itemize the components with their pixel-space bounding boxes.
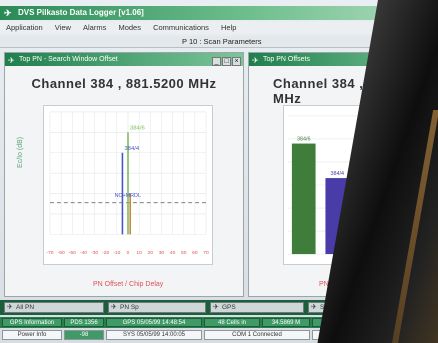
minimize-button[interactable]: _ bbox=[212, 57, 221, 66]
sub-bar: P 10 : Scan Parameters bbox=[0, 36, 420, 48]
x-tick-label: -10 bbox=[113, 250, 120, 256]
x-tick-label: 50 bbox=[181, 250, 187, 256]
status-cell: -98 bbox=[64, 330, 104, 340]
peak-label: 384/4 bbox=[124, 146, 139, 152]
task-all-pn[interactable]: ✈ All PN bbox=[4, 302, 104, 313]
app-logo-icon: ✈ bbox=[4, 8, 12, 18]
window-logo-icon: ✈ bbox=[111, 304, 117, 311]
window-logo-icon: ✈ bbox=[311, 304, 317, 311]
search-window-panel: ✈ Top PN - Search Window Offset _ □ × Chan… bbox=[4, 52, 244, 297]
task-label: PN Sp bbox=[120, 304, 139, 311]
close-button[interactable]: × bbox=[232, 57, 241, 66]
status-cell: COM 1 Connected bbox=[204, 330, 310, 340]
menu-bar: Application View Alarms Modes Communicat… bbox=[0, 22, 420, 34]
task-pn-sp[interactable]: ✈ PN Sp bbox=[108, 302, 206, 313]
menu-communications[interactable]: Communications bbox=[153, 22, 209, 34]
task-gps[interactable]: ✈ GPS bbox=[210, 302, 304, 313]
maximize-button[interactable]: □ bbox=[222, 57, 231, 66]
panel-title: Top PN - Search Window Offset bbox=[19, 56, 118, 63]
x-tick-label: 60 bbox=[192, 250, 198, 256]
status-cell: 34.5869 M bbox=[262, 318, 310, 327]
panel-title-bar[interactable]: ✈ Top PN - Search Window Offset _ □ × bbox=[5, 53, 243, 66]
x-tick-label: 10 bbox=[136, 250, 142, 256]
channel-heading: Channel 384 , 881.5200 MHz bbox=[31, 76, 217, 91]
y-axis-label: Ec/Io (dB) bbox=[17, 136, 24, 168]
task-label: GPS bbox=[222, 304, 236, 311]
bar bbox=[291, 143, 316, 255]
x-tick-label: -20 bbox=[102, 250, 109, 256]
x-axis-label: PN Offset / Chip Delay bbox=[93, 281, 164, 288]
app-title-bar[interactable]: ✈ DVS Pilkasto Data Logger [v1.06] bbox=[0, 6, 420, 20]
x-tick-label: 30 bbox=[159, 250, 165, 256]
menu-alarms[interactable]: Alarms bbox=[83, 22, 106, 34]
bar-label: 384/4 bbox=[331, 171, 345, 177]
status-cell: GPS Information bbox=[2, 318, 62, 327]
status-cell: SYS 05/05/99 14:00:05 bbox=[106, 330, 202, 340]
app-title: DVS Pilkasto Data Logger [v1.06] bbox=[18, 8, 144, 17]
menu-help[interactable]: Help bbox=[221, 22, 236, 34]
x-tick-label: 70 bbox=[203, 250, 209, 256]
panel-title: Top PN Offsets bbox=[263, 56, 310, 63]
x-tick-label: 0 bbox=[127, 250, 130, 256]
search-window-chart: 384/6 384/4 NC+MRDL -70 -60 -50 -40 -30 -20 -10 0 1… bbox=[43, 105, 213, 265]
x-tick-label: 40 bbox=[170, 250, 176, 256]
peak-label: NC+MRDL bbox=[115, 193, 141, 199]
peak-label: 384/6 bbox=[130, 125, 145, 131]
x-tick-label: -40 bbox=[80, 250, 87, 256]
x-tick-label: -30 bbox=[91, 250, 98, 256]
window-logo-icon: ✈ bbox=[8, 56, 15, 65]
task-label: All PN bbox=[16, 304, 35, 311]
menu-application[interactable]: Application bbox=[6, 22, 43, 34]
x-tick-label: -50 bbox=[69, 250, 76, 256]
bar-label: 384/6 bbox=[297, 137, 311, 143]
menu-modes[interactable]: Modes bbox=[118, 22, 141, 34]
status-cell: PDS 1356 bbox=[64, 318, 104, 327]
status-cell: Power Info bbox=[2, 330, 62, 340]
scan-parameters-label: P 10 : Scan Parameters bbox=[182, 37, 262, 46]
screen: ✈ DVS Pilkasto Data Logger [v1.06] Appli… bbox=[0, 0, 438, 343]
menu-view[interactable]: View bbox=[55, 22, 71, 34]
window-logo-icon: ✈ bbox=[213, 304, 219, 311]
status-cell: GPS 05/05/99 14:48:54 bbox=[106, 318, 202, 327]
x-tick-label: -70 bbox=[46, 250, 53, 256]
status-cell: 48 Cells in bbox=[204, 318, 260, 327]
x-tick-label: -60 bbox=[58, 250, 65, 256]
window-logo-icon: ✈ bbox=[7, 304, 13, 311]
window-logo-icon: ✈ bbox=[252, 56, 259, 65]
x-tick-label: 20 bbox=[148, 250, 154, 256]
